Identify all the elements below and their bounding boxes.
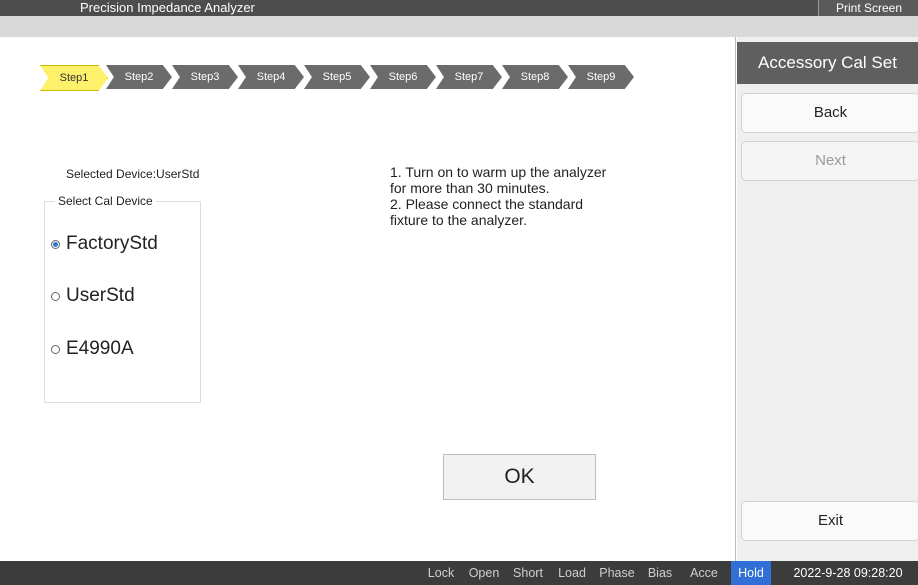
instruction-line: 1. Turn on to warm up the analyzer: [390, 164, 607, 180]
step-9[interactable]: Step9: [568, 65, 634, 89]
radio-label: FactoryStd: [66, 233, 158, 254]
group-title: Select Cal Device: [55, 194, 156, 208]
status-acce: Acce: [690, 566, 718, 580]
ok-button[interactable]: OK: [443, 454, 596, 500]
status-short: Short: [513, 566, 543, 580]
status-open: Open: [468, 566, 500, 580]
radio-label: UserStd: [66, 285, 135, 306]
radio-factorystd[interactable]: FactoryStd: [51, 231, 158, 257]
selected-device-label: Selected Device:UserStd: [66, 167, 200, 181]
step-4[interactable]: Step4: [238, 65, 304, 89]
back-button[interactable]: Back: [741, 93, 918, 133]
radio-checked-icon: [51, 239, 60, 249]
instruction-line: 2. Please connect the standard: [390, 196, 584, 212]
step-8[interactable]: Step8: [502, 65, 568, 89]
print-screen-button[interactable]: Print Screen: [818, 0, 918, 16]
exit-button[interactable]: Exit: [741, 501, 918, 541]
status-datetime: 2022-9-28 09:28:20: [793, 566, 903, 580]
step-5[interactable]: Step5: [304, 65, 370, 89]
step-7[interactable]: Step7: [436, 65, 502, 89]
instruction-line: fixture to the analyzer.: [390, 212, 527, 228]
step-2[interactable]: Step2: [106, 65, 172, 89]
status-phase: Phase: [599, 566, 635, 580]
status-load: Load: [558, 566, 586, 580]
step-6[interactable]: Step6: [370, 65, 436, 89]
title-bar: Precision Impedance Analyzer Print Scree…: [0, 0, 918, 37]
step-3[interactable]: Step3: [172, 65, 238, 89]
step-1[interactable]: Step1: [40, 65, 108, 91]
status-lock: Lock: [427, 566, 455, 580]
status-hold: Hold: [731, 561, 771, 585]
next-button[interactable]: Next: [741, 141, 918, 181]
instructions-text: 1. Turn on to warm up the analyzer for m…: [390, 164, 710, 228]
radio-userstd[interactable]: UserStd: [51, 283, 135, 309]
side-panel-header: Accessory Cal Set: [737, 42, 918, 84]
radio-label: E4990A: [66, 338, 134, 359]
main-panel: Step1 Step2 Step3 Step4 Step5 Step6 Step…: [0, 37, 736, 561]
radio-unchecked-icon: [51, 344, 60, 354]
instruction-line: for more than 30 minutes.: [390, 180, 550, 196]
radio-e4990a[interactable]: E4990A: [51, 336, 134, 362]
cal-device-group: Select Cal Device FactoryStd UserStd E49…: [44, 194, 201, 403]
radio-unchecked-icon: [51, 291, 60, 301]
window-title: Precision Impedance Analyzer: [74, 0, 261, 16]
side-panel: Accessory Cal Set Back Next Exit: [737, 37, 918, 561]
status-bar: Lock Open Short Load Phase Bias Acce Hol…: [0, 561, 918, 585]
status-bias: Bias: [647, 566, 673, 580]
